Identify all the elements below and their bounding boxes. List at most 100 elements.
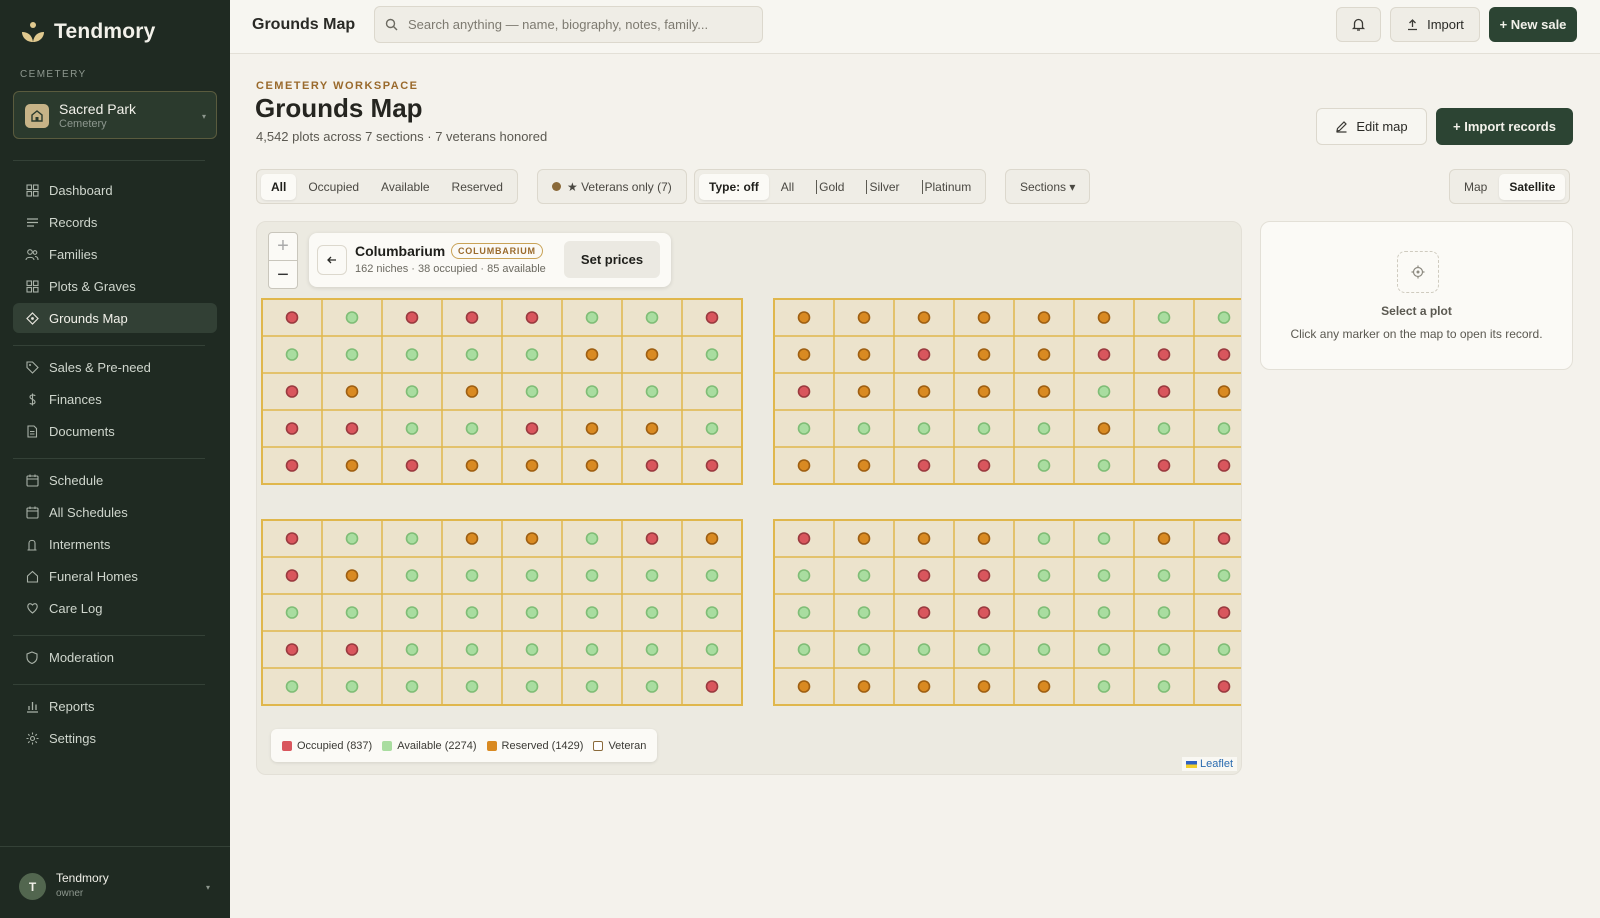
plot-marker[interactable] [705, 532, 719, 545]
plot-marker[interactable] [1157, 422, 1171, 435]
plot-marker[interactable] [645, 385, 659, 398]
plot-marker[interactable] [705, 311, 719, 324]
plot-marker[interactable] [405, 385, 419, 398]
type-option-platinum[interactable]: Platinum [912, 174, 982, 200]
plot-marker[interactable] [917, 459, 931, 472]
plot-marker[interactable] [645, 459, 659, 472]
veterans-filter[interactable]: ★ Veterans only (7) [537, 169, 687, 204]
plot-marker[interactable] [645, 532, 659, 545]
plot-marker[interactable] [917, 422, 931, 435]
status-filter-reserved[interactable]: Reserved [442, 174, 513, 200]
plot-marker[interactable] [1217, 348, 1231, 361]
veterans-toggle[interactable]: ★ Veterans only (7) [542, 174, 682, 200]
plot-marker[interactable] [977, 606, 991, 619]
plot-marker[interactable] [1097, 569, 1111, 582]
plot-marker[interactable] [405, 569, 419, 582]
plot-marker[interactable] [1037, 311, 1051, 324]
set-prices-button[interactable]: Set prices [564, 241, 660, 278]
plot-marker[interactable] [585, 643, 599, 656]
plot-marker[interactable] [1037, 348, 1051, 361]
plot-marker[interactable] [465, 532, 479, 545]
status-filter-occupied[interactable]: Occupied [298, 174, 369, 200]
plot-marker[interactable] [585, 348, 599, 361]
sidebar-item-sales-pre-need[interactable]: Sales & Pre-need [13, 352, 217, 382]
plot-marker[interactable] [285, 680, 299, 693]
plot-marker[interactable] [585, 532, 599, 545]
plot-marker[interactable] [705, 569, 719, 582]
plot-marker[interactable] [285, 569, 299, 582]
type-option-gold[interactable]: Gold [806, 174, 854, 200]
plot-marker[interactable] [525, 532, 539, 545]
plot-marker[interactable] [1217, 311, 1231, 324]
plot-marker[interactable] [525, 311, 539, 324]
status-filter-available[interactable]: Available [371, 174, 439, 200]
plot-marker[interactable] [977, 385, 991, 398]
plot-marker[interactable] [977, 643, 991, 656]
sidebar-item-interments[interactable]: Interments [13, 529, 217, 559]
plot-marker[interactable] [405, 311, 419, 324]
plot-marker[interactable] [345, 643, 359, 656]
plot-marker[interactable] [345, 422, 359, 435]
plot-marker[interactable] [1157, 348, 1171, 361]
sections-dropdown[interactable]: Sections ▾ [1010, 174, 1085, 200]
view-map[interactable]: Map [1454, 174, 1497, 200]
sidebar-item-all-schedules[interactable]: All Schedules [13, 497, 217, 527]
sections-filter[interactable]: Sections ▾ [1005, 169, 1091, 204]
plot-marker[interactable] [525, 643, 539, 656]
plot-marker[interactable] [465, 569, 479, 582]
plot-marker[interactable] [645, 311, 659, 324]
sidebar-item-plots-graves[interactable]: Plots & Graves [13, 271, 217, 301]
plot-marker[interactable] [285, 606, 299, 619]
plot-marker[interactable] [1037, 606, 1051, 619]
import-button[interactable]: Import [1390, 7, 1480, 42]
view-satellite[interactable]: Satellite [1499, 173, 1566, 200]
plot-marker[interactable] [1157, 569, 1171, 582]
plot-marker[interactable] [857, 311, 871, 324]
plot-marker[interactable] [285, 422, 299, 435]
type-toggle[interactable]: Type: off [699, 173, 769, 200]
plot-marker[interactable] [465, 459, 479, 472]
plot-marker[interactable] [405, 459, 419, 472]
plot-marker[interactable] [797, 643, 811, 656]
plot-marker[interactable] [1097, 459, 1111, 472]
plot-marker[interactable] [705, 422, 719, 435]
plot-marker[interactable] [405, 532, 419, 545]
plot-marker[interactable] [405, 643, 419, 656]
brand[interactable]: Tendmory [20, 20, 156, 44]
plot-marker[interactable] [1097, 606, 1111, 619]
zoom-in-button[interactable]: + [269, 233, 297, 261]
plot-marker[interactable] [1097, 422, 1111, 435]
plot-marker[interactable] [797, 422, 811, 435]
plot-marker[interactable] [1157, 606, 1171, 619]
sidebar-item-funeral-homes[interactable]: Funeral Homes [13, 561, 217, 591]
plot-marker[interactable] [585, 459, 599, 472]
plot-marker[interactable] [285, 348, 299, 361]
search-input[interactable] [408, 17, 748, 32]
plot-marker[interactable] [705, 606, 719, 619]
plot-marker[interactable] [857, 459, 871, 472]
plot-marker[interactable] [917, 348, 931, 361]
plot-marker[interactable] [857, 348, 871, 361]
plot-marker[interactable] [585, 311, 599, 324]
plot-marker[interactable] [857, 385, 871, 398]
plot-marker[interactable] [857, 680, 871, 693]
type-option-silver[interactable]: Silver [856, 174, 909, 200]
plot-marker[interactable] [465, 311, 479, 324]
plot-marker[interactable] [525, 348, 539, 361]
plot-marker[interactable] [797, 532, 811, 545]
plot-marker[interactable] [1097, 680, 1111, 693]
plot-marker[interactable] [917, 643, 931, 656]
plot-marker[interactable] [585, 385, 599, 398]
edit-map-button[interactable]: Edit map [1316, 108, 1427, 145]
sidebar-item-grounds-map[interactable]: Grounds Map [13, 303, 217, 333]
plot-marker[interactable] [1157, 459, 1171, 472]
plot-marker[interactable] [705, 385, 719, 398]
plot-marker[interactable] [645, 348, 659, 361]
plot-marker[interactable] [405, 422, 419, 435]
plot-marker[interactable] [705, 643, 719, 656]
sidebar-item-schedule[interactable]: Schedule [13, 465, 217, 495]
plot-marker[interactable] [857, 532, 871, 545]
type-option-all[interactable]: All [771, 174, 804, 200]
notifications-button[interactable] [1336, 7, 1381, 42]
plot-marker[interactable] [1217, 422, 1231, 435]
